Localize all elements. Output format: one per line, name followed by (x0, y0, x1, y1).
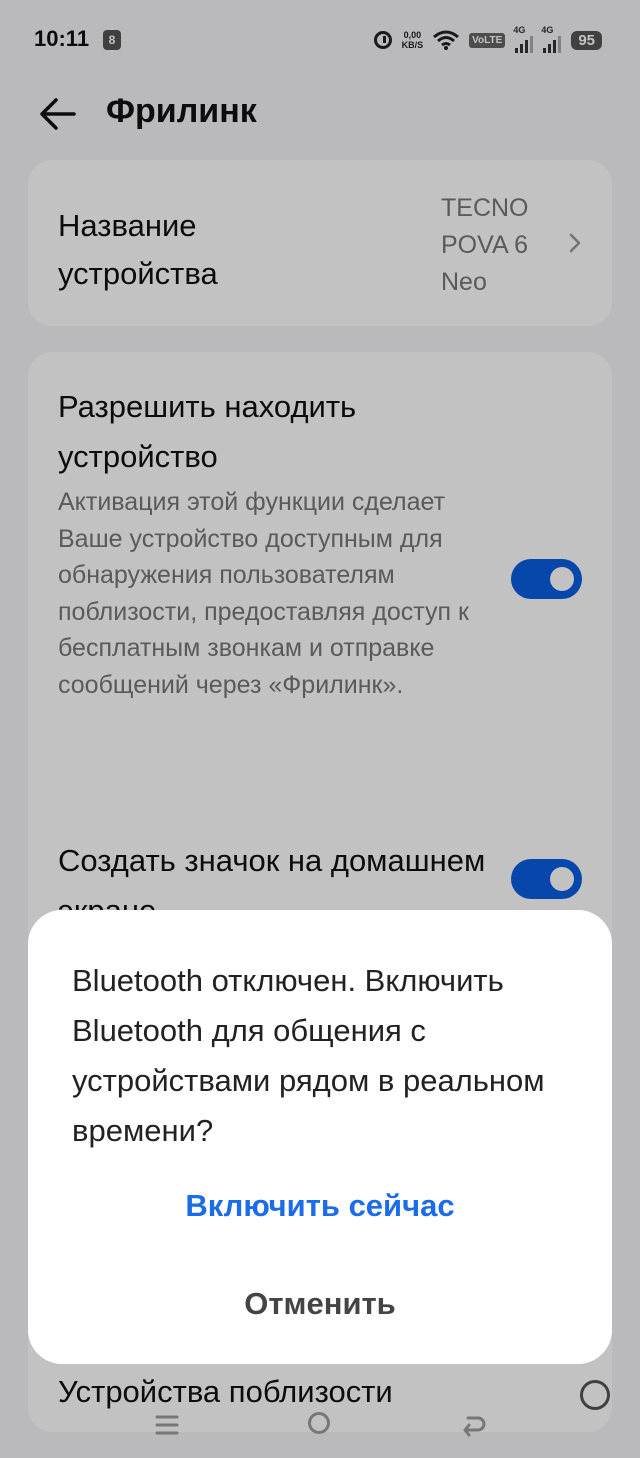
recent-apps-icon[interactable] (154, 1412, 180, 1438)
cancel-button[interactable]: Отменить (28, 1276, 612, 1332)
home-icon[interactable] (308, 1412, 330, 1434)
navigation-bar (0, 1392, 640, 1458)
enable-now-button[interactable]: Включить сейчас (28, 1178, 612, 1234)
dialog-message: Bluetooth отключен. Включить Bluetooth д… (72, 963, 545, 1148)
bluetooth-dialog: Bluetooth отключен. Включить Bluetooth д… (28, 910, 612, 1364)
back-nav-icon[interactable] (460, 1412, 486, 1438)
